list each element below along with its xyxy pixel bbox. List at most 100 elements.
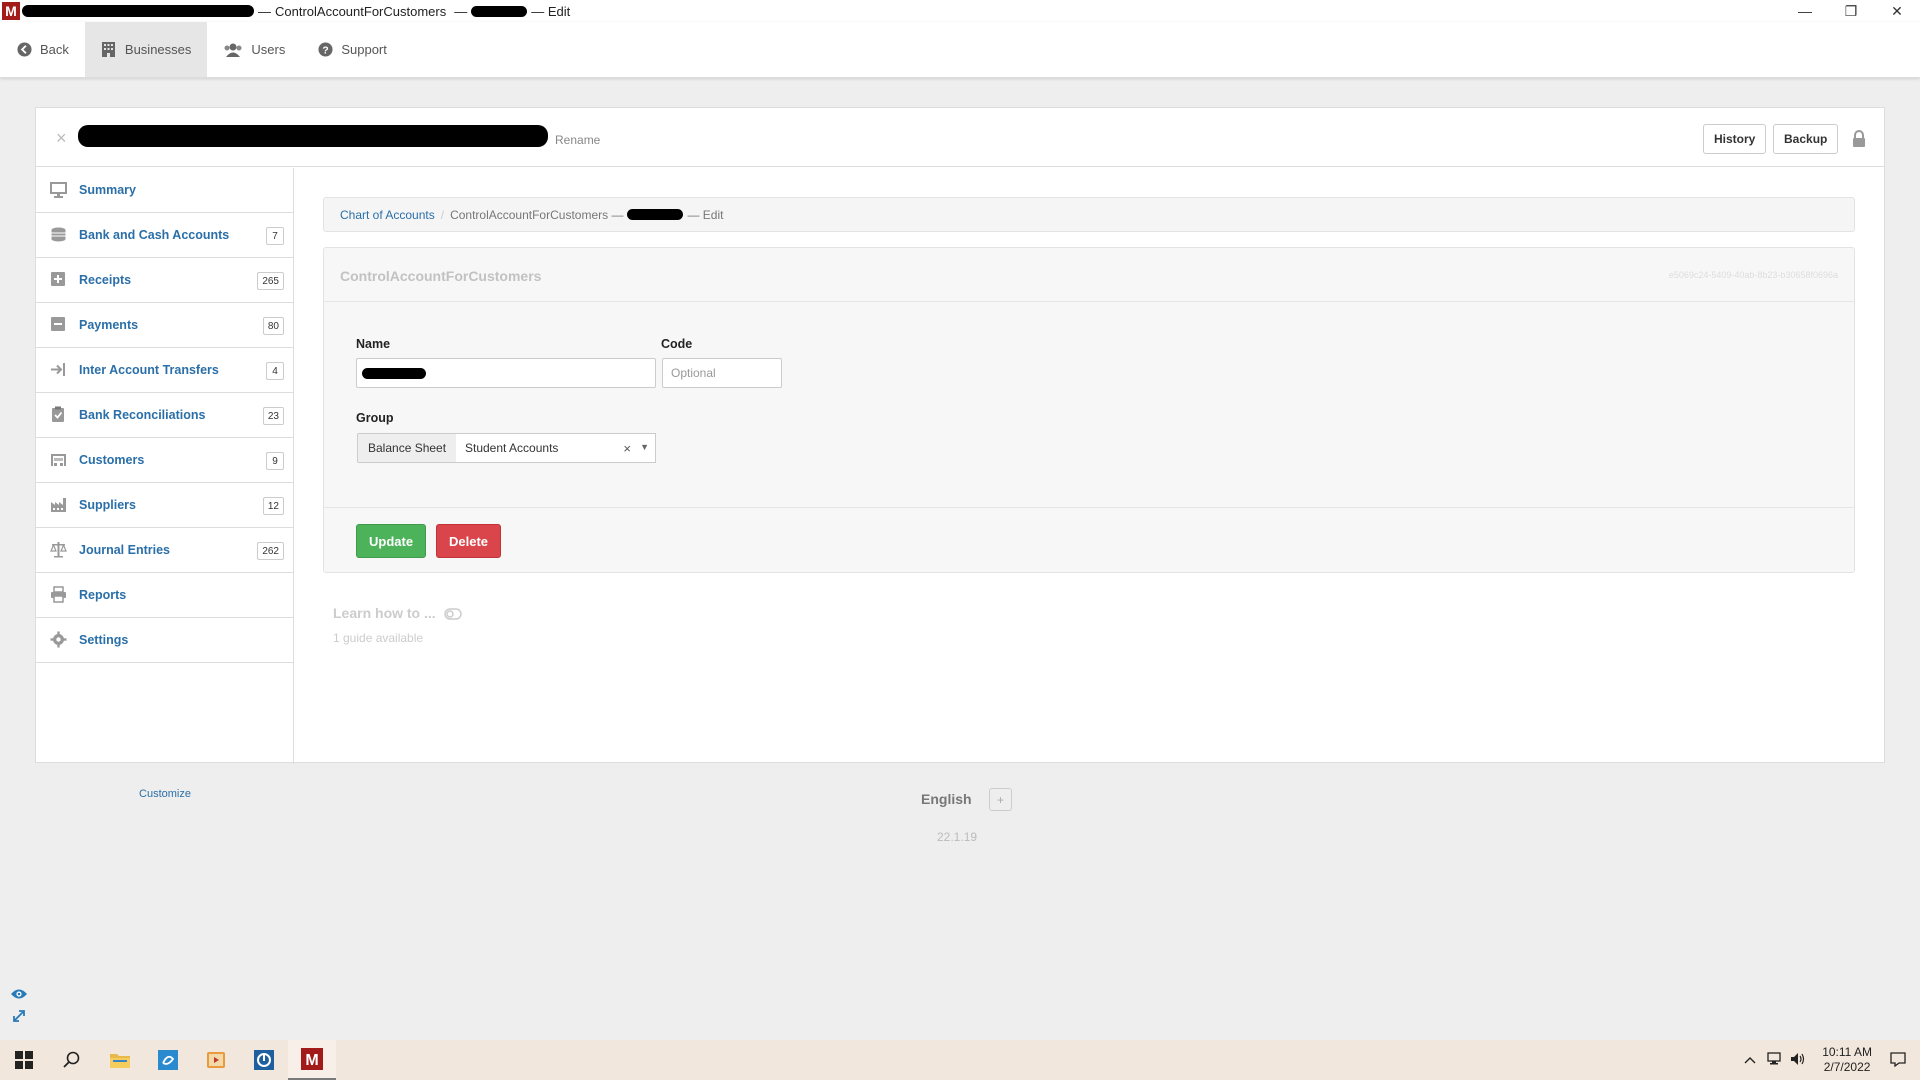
- customers-icon: [50, 451, 67, 468]
- notification-icon[interactable]: [1890, 1051, 1906, 1070]
- backup-button[interactable]: Backup: [1773, 124, 1839, 154]
- clear-selection-icon[interactable]: ×: [623, 441, 631, 456]
- sidebar-item-label: Payments: [79, 318, 139, 332]
- sidebar-item-summary[interactable]: Summary: [36, 168, 294, 213]
- businesses-tab[interactable]: Businesses: [84, 22, 208, 77]
- svg-text:?: ?: [322, 45, 328, 56]
- sidebar-item-customers[interactable]: Customers 9: [36, 438, 294, 483]
- business-header: × Rename History Backup: [36, 108, 1884, 167]
- app-blue-icon[interactable]: [144, 1040, 192, 1080]
- back-arrow-icon: [16, 42, 32, 58]
- window-title-account: ControlAccountForCustomers: [275, 3, 447, 19]
- plus-square-icon: [50, 271, 67, 288]
- support-tab[interactable]: ? Support: [301, 22, 403, 77]
- svg-text:M: M: [305, 1052, 318, 1069]
- sidebar-item-inter-account-transfers[interactable]: Inter Account Transfers 4: [36, 348, 294, 393]
- manager-taskbar-icon[interactable]: M: [288, 1040, 336, 1080]
- sidebar-item-label: Settings: [79, 633, 129, 647]
- restore-icon[interactable]: ❐: [1828, 0, 1874, 22]
- version-label: 22.1.19: [937, 830, 978, 844]
- back-button[interactable]: Back: [0, 22, 85, 77]
- users-tab[interactable]: Users: [207, 22, 301, 77]
- search-icon[interactable]: [48, 1040, 96, 1080]
- sidebar-item-label: Inter Account Transfers: [79, 363, 219, 377]
- delete-button[interactable]: Delete: [436, 524, 502, 558]
- window-controls: — ❐ ✕: [1782, 0, 1920, 22]
- users-icon: [223, 42, 243, 58]
- transfer-arrow-icon: [50, 361, 67, 378]
- language-selector[interactable]: English: [921, 791, 972, 807]
- app-dark-blue-icon[interactable]: [240, 1040, 288, 1080]
- history-button[interactable]: History: [1703, 124, 1767, 154]
- sidebar-item-journal-entries[interactable]: Journal Entries 262: [36, 528, 294, 573]
- sidebar-item-receipts[interactable]: Receipts 265: [36, 258, 294, 303]
- sidebar-item-payments[interactable]: Payments 80: [36, 303, 294, 348]
- lock-icon[interactable]: [1852, 130, 1868, 148]
- minus-square-icon: [50, 316, 67, 333]
- system-tray: 10:11 AM 2/7/2022: [1738, 1040, 1920, 1080]
- group-label: Group: [356, 411, 394, 425]
- sidebar-item-label: Bank and Cash Accounts: [79, 228, 230, 242]
- businesses-label: Businesses: [124, 42, 192, 57]
- window-title-suffix: — Edit: [531, 3, 571, 19]
- sidebar-item-bank-and-cash-accounts[interactable]: Bank and Cash Accounts 7: [36, 213, 294, 258]
- volume-icon[interactable]: [1790, 1052, 1806, 1069]
- group-selected-value: Student Accounts: [465, 441, 559, 455]
- network-icon[interactable]: [1766, 1051, 1782, 1069]
- eye-icon[interactable]: [10, 987, 28, 999]
- question-circle-icon: ?: [317, 42, 333, 58]
- clock[interactable]: 10:11 AM 2/7/2022: [1822, 1045, 1872, 1075]
- add-language-button[interactable]: +: [989, 788, 1012, 811]
- account-form: ControlAccountForCustomers e5069c24-5409…: [323, 247, 1855, 573]
- breadcrumb-separator: /: [440, 207, 445, 222]
- count-badge: 265: [257, 272, 284, 290]
- close-icon[interactable]: ✕: [1874, 0, 1920, 22]
- group-prefix: Balance Sheet: [357, 433, 458, 463]
- breadcrumb-suffix: — Edit: [687, 207, 724, 222]
- sidebar-item-suppliers[interactable]: Suppliers 12: [36, 483, 294, 528]
- window-titlebar: M — ControlAccountForCustomers — — Edit …: [0, 0, 1920, 22]
- sidebar-item-bank-reconciliations[interactable]: Bank Reconciliations 23: [36, 393, 294, 438]
- taskbar: M 10:11 AM 2/7/2022: [0, 1040, 1920, 1080]
- chevron-up-icon[interactable]: [1744, 1053, 1756, 1067]
- redacted-name-value: [362, 368, 426, 379]
- breadcrumb-chart-of-accounts[interactable]: Chart of Accounts: [340, 208, 435, 222]
- clock-time: 10:11 AM: [1822, 1045, 1872, 1059]
- learn-how-to-toggle[interactable]: Learn how to ...: [333, 605, 462, 621]
- account-guid: e5069c24-5409-40ab-8b23-b30658f0696a: [1668, 270, 1838, 280]
- building-icon: [101, 42, 117, 58]
- count-badge: 9: [266, 452, 284, 470]
- back-label: Back: [40, 42, 69, 57]
- sidebar-item-settings[interactable]: Settings: [36, 618, 294, 663]
- rename-link[interactable]: Rename: [555, 133, 600, 147]
- form-title: ControlAccountForCustomers: [340, 268, 542, 284]
- media-player-icon[interactable]: [192, 1040, 240, 1080]
- update-button[interactable]: Update: [356, 524, 427, 558]
- minimize-icon[interactable]: —: [1782, 0, 1828, 22]
- customize-link[interactable]: Customize: [36, 788, 294, 800]
- code-label: Code: [661, 337, 693, 351]
- sidebar-item-reports[interactable]: Reports: [36, 573, 294, 618]
- redacted-business-title: [78, 125, 548, 147]
- sidebar-item-label: Customers: [79, 453, 145, 467]
- code-field[interactable]: [662, 358, 782, 388]
- count-badge: 80: [262, 317, 284, 335]
- close-business-icon[interactable]: ×: [56, 128, 67, 149]
- count-badge: 23: [262, 407, 284, 425]
- chevron-down-icon[interactable]: ▼: [640, 442, 649, 452]
- redacted-business-name: [22, 5, 254, 17]
- breadcrumb: Chart of Accounts / ControlAccountForCus…: [323, 197, 1855, 232]
- form-header: ControlAccountForCustomers e5069c24-5409…: [324, 248, 1854, 302]
- printer-icon: [50, 586, 67, 603]
- count-badge: 4: [266, 362, 284, 380]
- sidebar-item-label: Reports: [79, 588, 127, 602]
- manager-logo-icon: M: [2, 2, 20, 20]
- count-badge: 12: [262, 497, 284, 515]
- count-badge: 262: [257, 542, 284, 560]
- group-select[interactable]: Student Accounts × ▼: [456, 433, 656, 463]
- expand-icon[interactable]: [12, 1009, 26, 1023]
- file-explorer-icon[interactable]: [96, 1040, 144, 1080]
- monitor-icon: [50, 181, 67, 198]
- windows-start-icon[interactable]: [0, 1040, 48, 1080]
- sidebar-item-label: Journal Entries: [79, 543, 170, 557]
